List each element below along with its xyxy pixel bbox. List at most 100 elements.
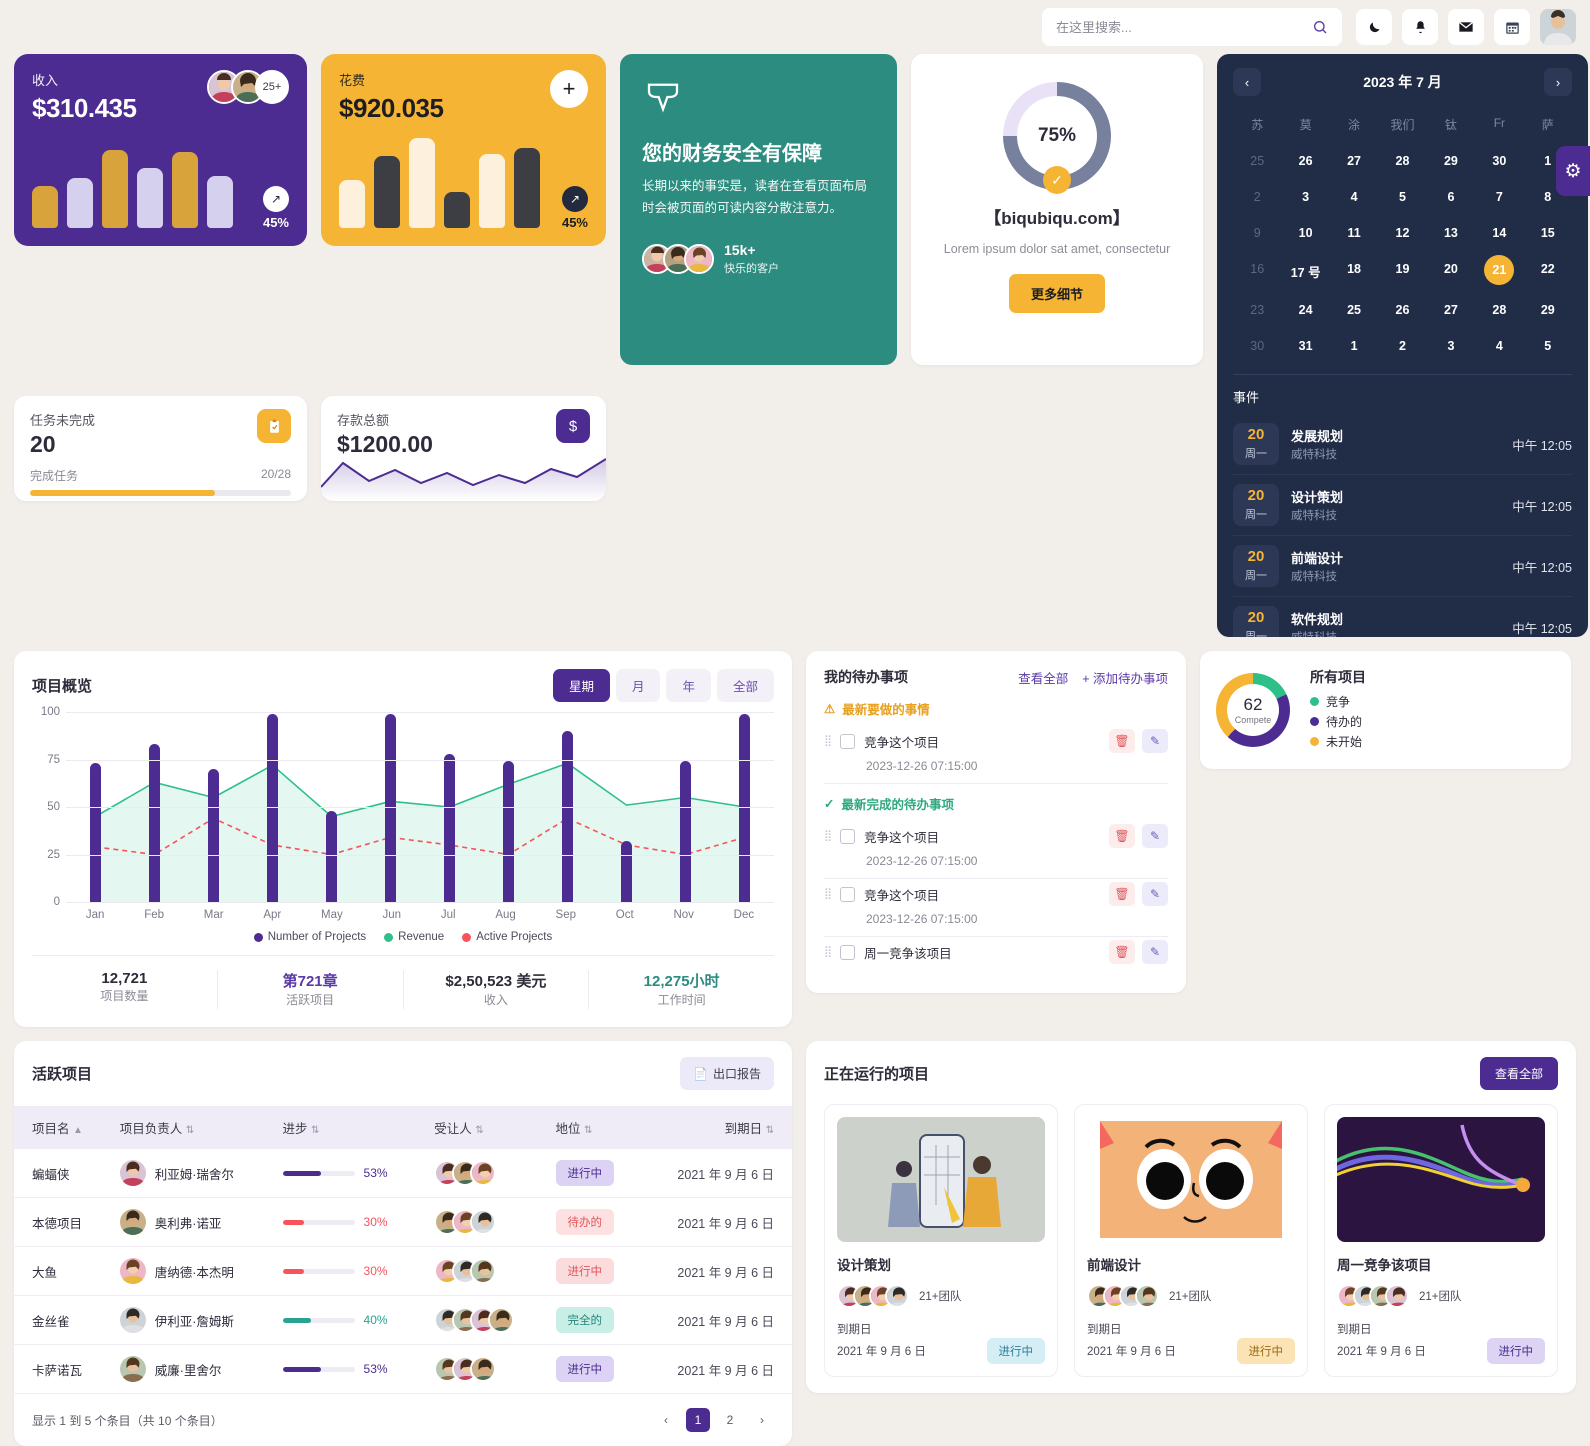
calendar-day[interactable]: 5 [1524, 332, 1572, 360]
running-project-item[interactable]: 设计策划 21+团队 到期日 2021 年 9 月 6 日 进行中 [824, 1104, 1058, 1377]
calendar-day[interactable]: 2 [1233, 183, 1281, 211]
calendar-day[interactable]: 28 [1378, 147, 1426, 175]
edit-icon[interactable]: ✎ [1142, 729, 1168, 753]
running-project-item[interactable]: 周一竞争该项目 21+团队 到期日 2021 年 9 月 6 日 进行中 [1324, 1104, 1558, 1377]
calendar-day[interactable]: 3 [1427, 332, 1475, 360]
calendar-day[interactable]: 27 [1330, 147, 1378, 175]
calendar-day[interactable]: 25 [1233, 147, 1281, 175]
calendar-day[interactable]: 19 [1378, 255, 1426, 288]
project-name: 周一竞争该项目 [1337, 1258, 1432, 1273]
calendar-day[interactable]: 12 [1378, 219, 1426, 247]
search-box[interactable] [1042, 8, 1342, 46]
drag-handle-icon[interactable]: ⣿ [824, 946, 832, 957]
calendar-day[interactable]: 15 [1524, 219, 1572, 247]
calendar-day[interactable]: 24 [1281, 296, 1329, 324]
calendar-day[interactable]: 10 [1281, 219, 1329, 247]
event-item[interactable]: 20 周一 软件规划威特科技 中午 12:05 [1233, 597, 1572, 637]
delete-icon[interactable]: 🗑 [1109, 882, 1135, 906]
todo-checkbox[interactable] [840, 828, 856, 844]
calendar-day[interactable]: 31 [1281, 332, 1329, 360]
event-item[interactable]: 20 周一 发展规划 威特科技 中午 12:05 [1233, 414, 1572, 475]
pager-page-1[interactable]: 1 [686, 1408, 710, 1432]
calendar-day[interactable]: 11 [1330, 219, 1378, 247]
bell-icon[interactable] [1402, 9, 1438, 45]
table-column-0[interactable]: 项目名 ▲ [14, 1106, 110, 1149]
calendar-day[interactable]: 4 [1475, 332, 1523, 360]
income-more-count[interactable]: 25+ [255, 70, 289, 104]
calendar-day[interactable]: 30 [1233, 332, 1281, 360]
range-button-年[interactable]: 年 [666, 669, 711, 702]
calendar-day[interactable]: 5 [1378, 183, 1426, 211]
calendar-day[interactable]: 4 [1330, 183, 1378, 211]
range-button-星期[interactable]: 星期 [552, 669, 610, 702]
calendar-day[interactable]: 3 [1281, 183, 1329, 211]
running-project-item[interactable]: 前端设计 21+团队 到期日 2021 年 9 月 6 日 进行中 [1074, 1104, 1308, 1377]
range-button-全部[interactable]: 全部 [716, 669, 774, 702]
table-row[interactable]: 卡萨诺瓦 威廉·里舍尔 53% 进行中 2021 年 9 月 6 日 [14, 1344, 792, 1394]
calendar-day[interactable]: 21 [1484, 255, 1515, 285]
calendar-day[interactable]: 30 [1475, 147, 1523, 175]
todo-checkbox[interactable] [840, 944, 856, 960]
table-row[interactable]: 大鱼 唐纳德·本杰明 30% 进行中 2021 年 9 月 6 日 [14, 1246, 792, 1296]
calendar-day[interactable]: 22 [1524, 255, 1572, 288]
calendar-day[interactable]: 23 [1233, 296, 1281, 324]
delete-icon[interactable]: 🗑 [1109, 729, 1135, 753]
table-column-2[interactable]: 进步 ⇅ [272, 1106, 425, 1149]
table-column-5[interactable]: 到期日 ⇅ [640, 1106, 792, 1149]
todo-checkbox[interactable] [840, 733, 856, 749]
delete-icon[interactable]: 🗑 [1109, 940, 1135, 964]
calendar-day[interactable]: 14 [1475, 219, 1523, 247]
event-item[interactable]: 20 周一 设计策划 威特科技 中午 12:05 [1233, 475, 1572, 536]
moon-icon[interactable] [1356, 9, 1392, 45]
search-input[interactable] [1056, 19, 1304, 35]
event-item[interactable]: 20 周一 前端设计 威特科技 中午 12:05 [1233, 536, 1572, 597]
todo-checkbox[interactable] [840, 886, 856, 902]
table-column-4[interactable]: 地位 ⇅ [545, 1106, 641, 1149]
avatar[interactable] [1540, 9, 1576, 45]
calendar-day[interactable]: 26 [1378, 296, 1426, 324]
table-row[interactable]: 本德项目 奥利弗·诺亚 30% 待办的 2021 年 9 月 6 日 [14, 1197, 792, 1247]
settings-tab[interactable]: ⚙ [1556, 146, 1590, 196]
calendar-day[interactable]: 16 [1233, 255, 1281, 288]
calendar-day[interactable]: 29 [1524, 296, 1572, 324]
calendar-day[interactable]: 2 [1378, 332, 1426, 360]
calendar-day[interactable]: 17 号 [1281, 255, 1329, 288]
add-expense-button[interactable]: + [550, 70, 588, 108]
calendar-day[interactable]: 25 [1330, 296, 1378, 324]
calendar-day[interactable]: 6 [1427, 183, 1475, 211]
calendar-day[interactable]: 29 [1427, 147, 1475, 175]
drag-handle-icon[interactable]: ⣿ [824, 830, 832, 841]
calendar-day[interactable]: 27 [1427, 296, 1475, 324]
calendar-day[interactable]: 1 [1330, 332, 1378, 360]
pager-page-2[interactable]: 2 [718, 1408, 742, 1432]
todo-view-all-link[interactable]: 查看全部 [1018, 668, 1068, 687]
calendar-day[interactable]: 13 [1427, 219, 1475, 247]
mail-icon[interactable] [1448, 9, 1484, 45]
running-view-all-button[interactable]: 查看全部 [1479, 1057, 1558, 1090]
table-row[interactable]: 金丝雀 伊利亚·詹姆斯 40% 完全的 2021 年 9 月 6 日 [14, 1295, 792, 1345]
calendar-day[interactable]: 20 [1427, 255, 1475, 288]
export-report-button[interactable]: 📄 出口报告 [680, 1057, 774, 1090]
calendar-day[interactable]: 26 [1281, 147, 1329, 175]
edit-icon[interactable]: ✎ [1142, 824, 1168, 848]
pager-next[interactable]: › [750, 1408, 774, 1432]
range-button-月[interactable]: 月 [615, 669, 661, 702]
calendar-day[interactable]: 9 [1233, 219, 1281, 247]
calendar-day[interactable]: 18 [1330, 255, 1378, 288]
calendar-day[interactable]: 7 [1475, 183, 1523, 211]
pager-prev[interactable]: ‹ [654, 1408, 678, 1432]
edit-icon[interactable]: ✎ [1142, 882, 1168, 906]
drag-handle-icon[interactable]: ⣿ [824, 735, 832, 746]
table-column-3[interactable]: 受让人 ⇅ [424, 1106, 546, 1149]
table-column-1[interactable]: 项目负责人 ⇅ [109, 1106, 273, 1149]
more-details-button[interactable]: 更多细节 [1008, 274, 1105, 314]
todo-add-link[interactable]: + 添加待办事项 [1082, 668, 1168, 687]
drag-handle-icon[interactable]: ⣿ [824, 888, 832, 899]
calendar-next-button[interactable]: › [1543, 68, 1572, 96]
calendar-day[interactable]: 28 [1475, 296, 1523, 324]
calendar-icon[interactable] [1494, 9, 1530, 45]
table-row[interactable]: 蝙蝠侠 利亚姆·瑞舍尔 53% 进行中 2021 年 9 月 6 日 [14, 1149, 792, 1198]
delete-icon[interactable]: 🗑 [1109, 824, 1135, 848]
calendar-prev-button[interactable]: ‹ [1233, 68, 1261, 96]
edit-icon[interactable]: ✎ [1142, 940, 1168, 964]
